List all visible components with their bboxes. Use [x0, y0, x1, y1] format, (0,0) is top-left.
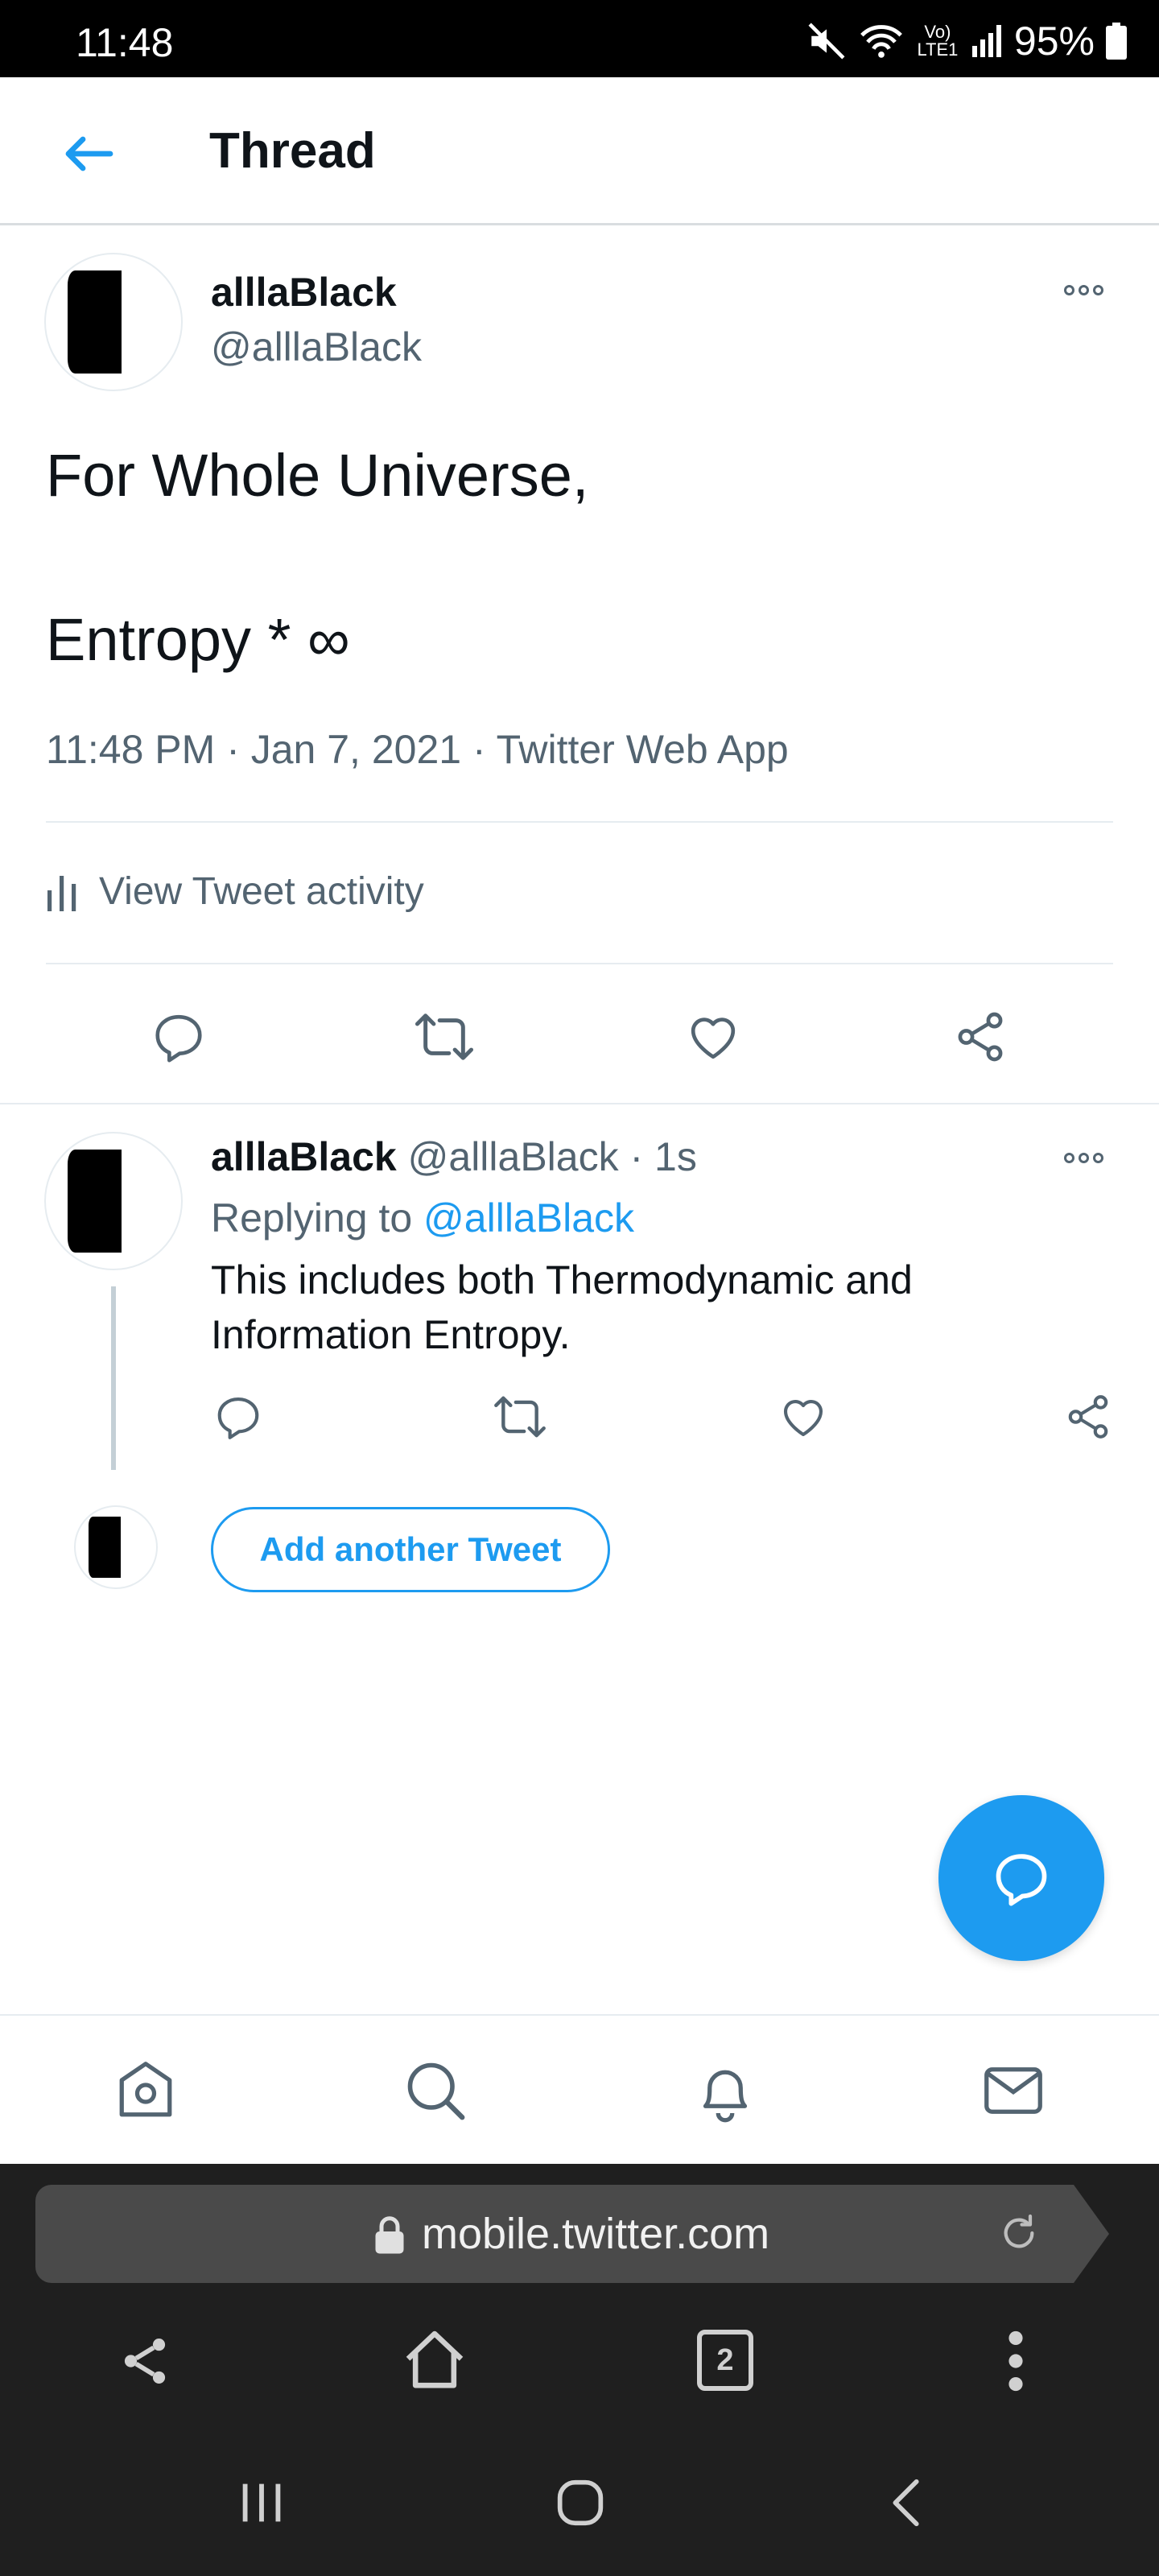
like-button[interactable]: [679, 1003, 747, 1071]
reply-icon: [996, 1854, 1047, 1906]
back-arrow-icon: [65, 136, 113, 171]
small-avatar: [74, 1505, 158, 1589]
reply-header: alllaBlack @alllaBlack · 1s: [211, 1133, 697, 1180]
compose-reply-fab[interactable]: [938, 1795, 1104, 1961]
system-recents-button[interactable]: [225, 2467, 298, 2539]
signal-icon: [971, 25, 1001, 57]
avatar[interactable]: [44, 253, 183, 391]
reload-icon[interactable]: [996, 2211, 1041, 2256]
retweet-button[interactable]: [410, 1003, 478, 1071]
home-circle-icon: [557, 2479, 604, 2526]
tweet-text-line-1: For Whole Universe,: [46, 442, 589, 509]
url-bar[interactable]: mobile.twitter.com: [35, 2185, 1074, 2283]
notifications-icon: [703, 2070, 748, 2123]
more-options-icon[interactable]: [1064, 285, 1103, 295]
author-name[interactable]: alllaBlack: [211, 269, 397, 316]
nav-messages[interactable]: [977, 2054, 1050, 2127]
browser-menu-button[interactable]: [984, 2325, 1048, 2397]
activity-icon: [47, 875, 76, 911]
reply-retweet-button[interactable]: [488, 1388, 552, 1446]
lock-icon: [375, 2216, 404, 2254]
share-button[interactable]: [947, 1003, 1014, 1071]
tabs-button[interactable]: 2: [697, 2330, 753, 2391]
replying-mention[interactable]: @alllaBlack: [423, 1195, 634, 1241]
battery-icon: [1106, 23, 1127, 60]
header: Thread: [0, 77, 1159, 225]
add-another-tweet-button[interactable]: Add another Tweet: [211, 1507, 610, 1592]
reply-reply-button[interactable]: [206, 1388, 270, 1446]
system-home-button[interactable]: [544, 2467, 617, 2539]
like-icon: [783, 1399, 823, 1437]
reply-like-button[interactable]: [771, 1388, 835, 1446]
system-back-button[interactable]: [871, 2467, 943, 2539]
reply-handle-time[interactable]: @alllaBlack · 1s: [408, 1134, 697, 1179]
status-time: 11:48: [76, 20, 174, 65]
back-chevron-icon: [893, 2479, 919, 2527]
reply-author-name[interactable]: alllaBlack: [211, 1134, 397, 1179]
view-tweet-activity[interactable]: View Tweet activity: [46, 869, 424, 914]
search-icon: [407, 2062, 465, 2120]
url-bar-arrow: [1074, 2185, 1109, 2283]
messages-icon: [984, 2067, 1042, 2114]
more-vert-icon: [1008, 2330, 1023, 2392]
activity-label: View Tweet activity: [99, 870, 424, 913]
retweet-icon: [494, 1396, 546, 1438]
replying-prefix: Replying to: [211, 1195, 424, 1241]
page-title: Thread: [209, 123, 376, 179]
divider: [46, 821, 1113, 823]
bottom-nav: [0, 2014, 1159, 2164]
mute-icon: [808, 23, 845, 60]
back-button[interactable]: [52, 118, 124, 190]
network-label: Vo) LTE1: [917, 22, 959, 60]
wifi-icon: [860, 25, 902, 58]
browser-share-button[interactable]: [113, 2325, 177, 2397]
status-bar: 11:48 Vo) LTE1 95%: [0, 0, 1159, 77]
tweet-meta: 11:48 PM · Jan 7, 2021 · Twitter Web App: [46, 727, 789, 772]
like-icon: [691, 1018, 736, 1059]
tweet-text-line-2: Entropy * ∞: [46, 606, 350, 673]
author-handle[interactable]: @alllaBlack: [211, 324, 422, 370]
home-icon: [119, 2062, 172, 2117]
reply-more-options-icon[interactable]: [1064, 1153, 1103, 1163]
replying-to: Replying to @alllaBlack: [211, 1195, 634, 1241]
browser-chrome: mobile.twitter.com 2: [0, 2164, 1159, 2576]
nav-search[interactable]: [399, 2054, 472, 2127]
nav-home[interactable]: [109, 2054, 182, 2127]
nav-notifications[interactable]: [689, 2054, 761, 2127]
share-icon: [1068, 1395, 1108, 1439]
home-icon: [406, 2330, 464, 2388]
url-text: mobile.twitter.com: [422, 2210, 770, 2258]
divider: [46, 963, 1113, 964]
avatar[interactable]: [44, 1132, 183, 1270]
thread-line: [111, 1286, 116, 1470]
share-icon: [958, 1012, 1003, 1062]
reply-icon: [217, 1397, 259, 1439]
reply-button[interactable]: [145, 1003, 212, 1071]
retweet-icon: [415, 1013, 474, 1060]
recents-icon: [242, 2483, 281, 2522]
reply-share-button[interactable]: [1056, 1388, 1120, 1446]
share-icon: [124, 2339, 166, 2384]
divider: [0, 1103, 1159, 1104]
battery-percent: 95%: [1013, 19, 1095, 64]
browser-home-button[interactable]: [396, 2322, 473, 2399]
reply-icon: [155, 1014, 202, 1063]
reply-text: This includes both Thermodynamic and Inf…: [211, 1257, 913, 1357]
status-icons: Vo) LTE1 95%: [806, 18, 1127, 64]
